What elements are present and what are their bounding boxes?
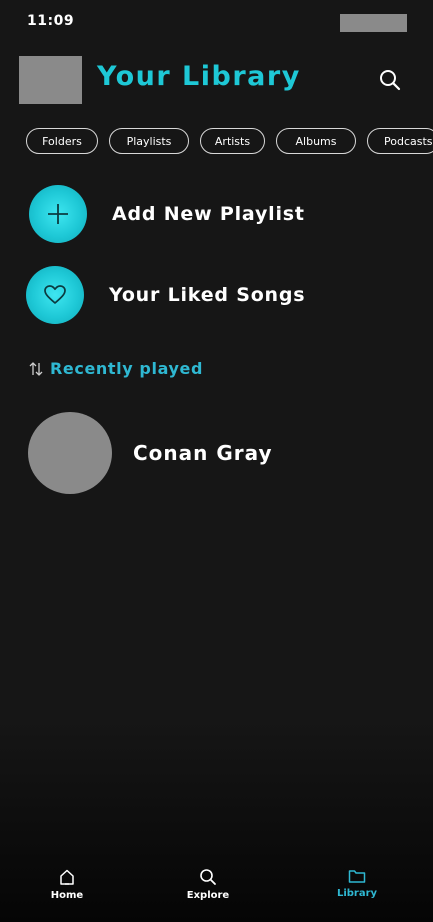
nav-explore-label: Explore [186,890,230,901]
liked-songs-icon-circle [26,266,84,324]
add-new-playlist-label: Add New Playlist [112,203,305,225]
nav-home-label: Home [50,890,84,901]
nav-library-label: Library [336,888,378,899]
artist-name: Conan Gray [133,441,273,465]
search-button[interactable] [376,66,404,94]
filter-chips: Folders Playlists Artists Albums Podcast… [26,128,433,154]
recently-played-sort[interactable]: Recently played [29,359,203,378]
filter-chip-podcasts[interactable]: Podcasts [367,128,433,154]
nav-explore[interactable]: Explore [168,868,248,901]
folder-icon [348,870,366,883]
profile-avatar[interactable] [19,56,82,104]
liked-songs-label: Your Liked Songs [109,284,306,306]
recently-played-label: Recently played [50,359,204,378]
liked-songs-button[interactable]: Your Liked Songs [26,266,305,324]
status-time: 11:09 [27,13,75,29]
library-screen: 11:09 Your Library Folders Playlists Art… [0,0,433,922]
search-icon [200,869,216,885]
artist-image [28,412,112,494]
bottom-nav: Home Explore Library [0,862,433,922]
add-playlist-icon-circle [29,185,87,243]
filter-chip-albums[interactable]: Albums [276,128,356,154]
sort-arrows-icon [29,361,43,376]
search-icon [380,70,401,91]
nav-library[interactable]: Library [317,868,397,899]
plus-icon [48,204,68,224]
heart-icon [44,285,66,304]
filter-chip-folders[interactable]: Folders [26,128,98,154]
filter-chip-artists[interactable]: Artists [200,128,265,154]
filter-chip-playlists[interactable]: Playlists [109,128,189,154]
list-item[interactable]: Conan Gray [28,412,273,494]
nav-home[interactable]: Home [27,868,107,901]
status-icons-placeholder [340,14,407,32]
home-icon [60,869,74,885]
add-new-playlist-button[interactable]: Add New Playlist [29,185,305,243]
page-title: Your Library [97,61,301,92]
